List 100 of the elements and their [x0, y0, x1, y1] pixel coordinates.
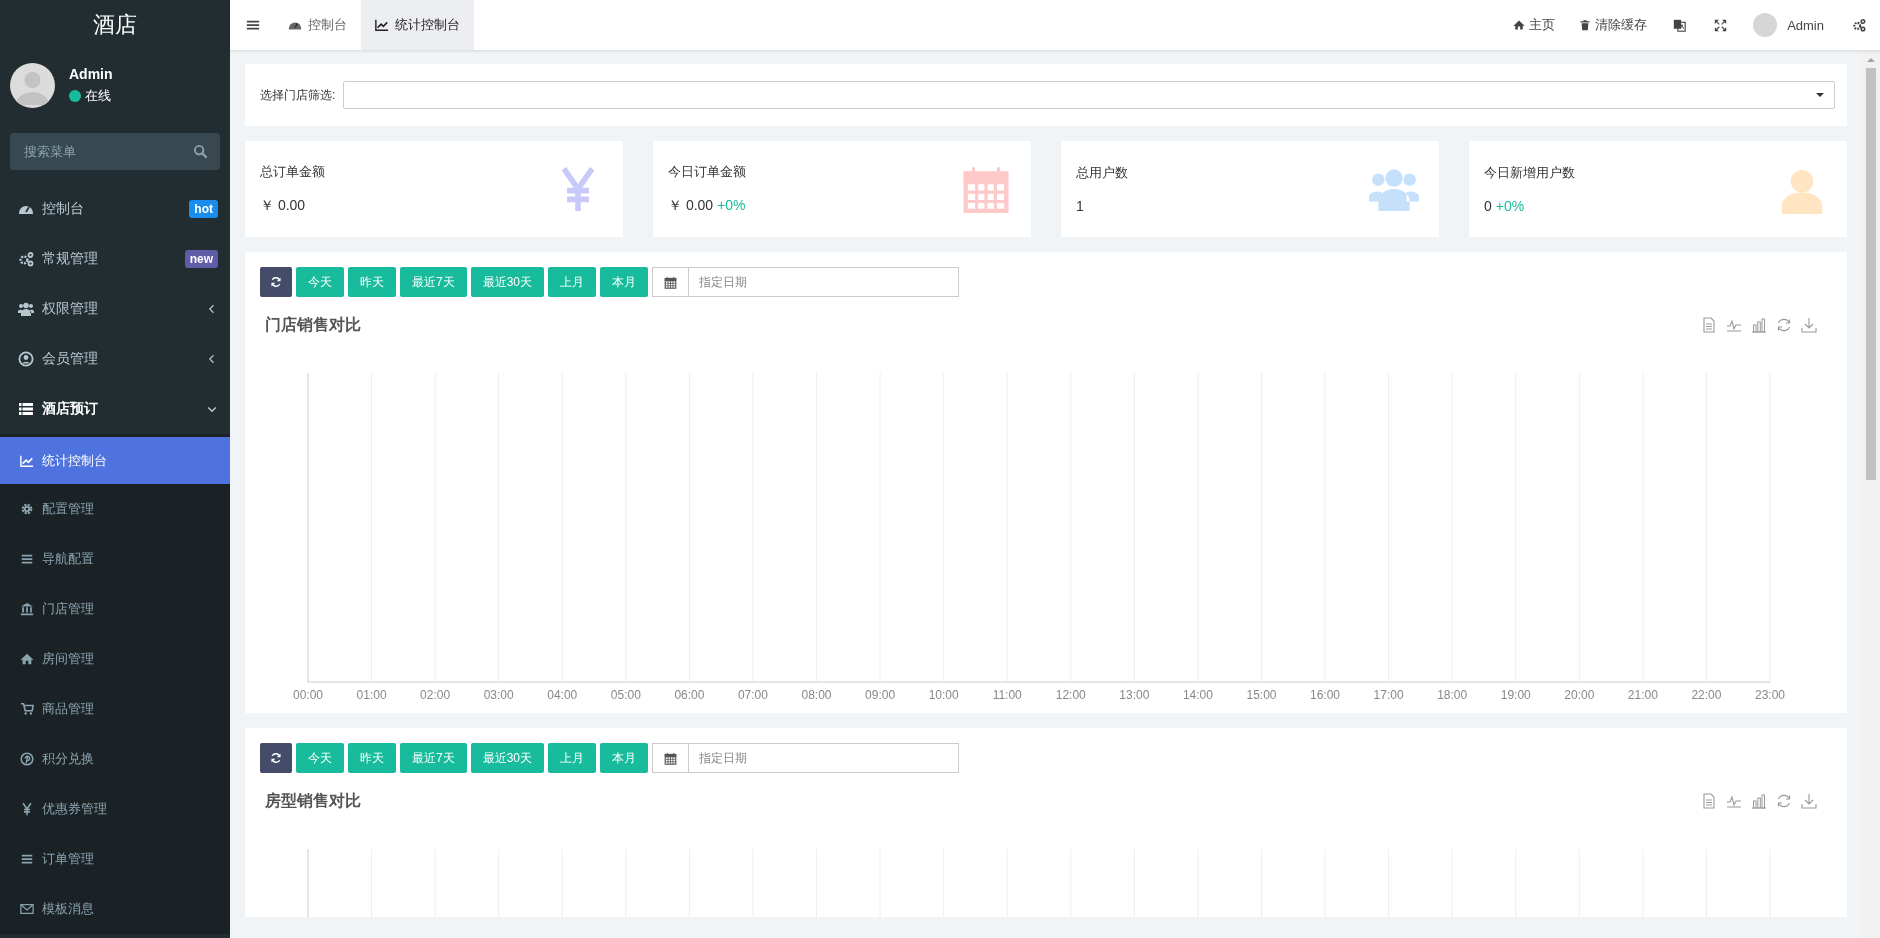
submenu-item[interactable]: 订单管理 [0, 834, 230, 884]
cogs-icon [18, 251, 34, 267]
line-chart-icon[interactable] [1726, 793, 1742, 809]
chart-title: 房型销售对比 [265, 790, 361, 811]
submenu-item[interactable]: 模板消息 [0, 884, 230, 934]
bars-icon [20, 852, 34, 866]
trash-icon [1579, 19, 1592, 31]
translate-icon[interactable] [1673, 18, 1687, 32]
home-icon [1513, 19, 1526, 31]
axis-label: 16:00 [1310, 688, 1341, 702]
date-field[interactable]: 指定日期 [688, 743, 960, 773]
user-name: Admin [69, 65, 113, 82]
download-icon[interactable] [1801, 793, 1817, 809]
card-value: ￥ 0.00 [668, 197, 714, 213]
nav-link[interactable]: 主页 [1501, 0, 1568, 50]
calendar-icon [664, 751, 678, 765]
users-icon [18, 301, 34, 317]
axis-label: 19:00 [1500, 688, 1531, 702]
submenu-item[interactable]: 积分兑换 [0, 734, 230, 784]
axis-label: 10:00 [928, 688, 959, 702]
bar-chart-icon[interactable] [1751, 793, 1767, 809]
axis-label: 06:00 [674, 688, 705, 702]
nav-link[interactable]: 清除缓存 [1567, 0, 1660, 50]
menu-item[interactable]: 常规管理 new [0, 234, 230, 284]
axis-label: 07:00 [737, 688, 768, 702]
axis-label: 01:00 [356, 688, 387, 702]
search-field[interactable]: 搜索菜单 [10, 133, 220, 170]
menu-item[interactable]: 控制台 hot [0, 184, 230, 234]
menu-item[interactable]: 会员管理 [0, 334, 230, 384]
fullscreen-icon[interactable] [1714, 18, 1728, 32]
settings-icon[interactable] [1852, 18, 1866, 32]
axis-label: 21:00 [1627, 688, 1658, 702]
axis-label: 17:00 [1373, 688, 1404, 702]
list-icon [18, 401, 34, 417]
user-avatar [1753, 13, 1778, 37]
line-chart-icon[interactable] [1726, 317, 1742, 333]
download-icon[interactable] [1801, 317, 1817, 333]
axis-label: 18:00 [1437, 688, 1468, 702]
axis-label: 20:00 [1564, 688, 1595, 702]
card-value: 1 [1076, 198, 1084, 214]
data-view-icon[interactable] [1701, 317, 1717, 333]
submenu-item[interactable]: 门店管理 [0, 584, 230, 634]
axis-label: 03:00 [483, 688, 514, 702]
axis-label: 13:00 [1119, 688, 1150, 702]
axis-label: 04:00 [547, 688, 578, 702]
bars-icon [20, 552, 34, 566]
calendar-icon [664, 275, 678, 289]
card-title: 今日订单金额 [668, 163, 746, 181]
restore-icon[interactable] [1776, 317, 1792, 333]
axis-label: 05:00 [610, 688, 641, 702]
card-change: +0% [1495, 198, 1525, 214]
status-text: 在线 [85, 86, 111, 105]
cart-icon [20, 702, 34, 716]
line-chart-icon [20, 453, 34, 468]
date-field[interactable]: 指定日期 [688, 267, 960, 297]
card-change: +0% [717, 197, 746, 213]
axis-label: 15:00 [1246, 688, 1277, 702]
menu-badge: new [184, 250, 218, 268]
page-tab[interactable]: 控制台 [274, 0, 361, 50]
axis-label: 23:00 [1755, 688, 1785, 702]
axis-label: 14:00 [1182, 688, 1213, 702]
bar-chart-icon[interactable] [1751, 317, 1767, 333]
user-name[interactable]: Admin [1787, 17, 1824, 33]
menu-item[interactable]: 权限管理 [0, 284, 230, 334]
refresh-button[interactable] [260, 743, 292, 773]
submenu-item[interactable]: 优惠券管理 [0, 784, 230, 834]
line-chart-icon [375, 18, 389, 32]
page-tab[interactable]: 统计控制台 [361, 0, 474, 50]
filter-label: 选择门店筛选: [260, 86, 336, 104]
refresh-icon [270, 752, 282, 764]
menu-icon[interactable] [246, 18, 260, 32]
submenu-item[interactable]: 商品管理 [0, 684, 230, 734]
envelope-icon [20, 902, 34, 916]
axis-label: 00:00 [293, 688, 323, 702]
submenu-item[interactable]: 导航配置 [0, 534, 230, 584]
refresh-button[interactable] [260, 267, 292, 297]
data-view-icon[interactable] [1701, 793, 1717, 809]
user-circle-icon [18, 351, 34, 367]
store-select[interactable] [343, 81, 1835, 109]
home-icon [20, 652, 34, 666]
card-title: 总订单金额 [260, 163, 325, 181]
pin-circle-icon [20, 752, 34, 766]
search-icon [193, 144, 208, 159]
axis-label: 08:00 [801, 688, 832, 702]
menu-badge: hot [189, 200, 218, 218]
axis-label: 02:00 [420, 688, 451, 702]
submenu-item[interactable]: 配置管理 [0, 484, 230, 534]
submenu-item[interactable]: 房间管理 [0, 634, 230, 684]
card-value: ￥ 0.00 [260, 197, 306, 213]
gear-icon [20, 502, 34, 516]
axis-label: 12:00 [1055, 688, 1086, 702]
refresh-icon [270, 276, 282, 288]
bank-icon [20, 602, 34, 616]
axis-label: 11:00 [992, 688, 1022, 702]
submenu-item[interactable]: 统计控制台 [0, 437, 230, 484]
restore-icon[interactable] [1776, 793, 1792, 809]
yen-icon [20, 802, 34, 816]
user-avatar [10, 62, 55, 108]
axis-label: 09:00 [865, 688, 896, 702]
menu-item[interactable]: 酒店预订 [0, 384, 230, 434]
